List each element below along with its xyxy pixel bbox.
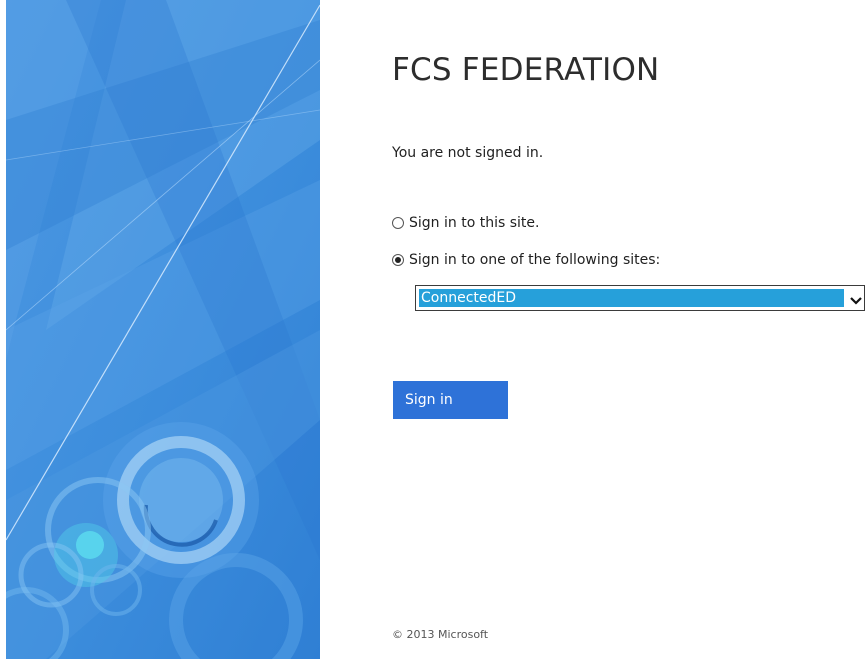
radio-sign-in-other-site[interactable]: Sign in to one of the following sites: bbox=[392, 250, 660, 270]
radio-sign-in-this-site[interactable]: Sign in to this site. bbox=[392, 213, 539, 233]
status-message: You are not signed in. bbox=[392, 145, 544, 161]
page-title: FCS FEDERATION bbox=[392, 52, 660, 88]
sign-in-button[interactable]: Sign in bbox=[393, 381, 508, 419]
chevron-down-icon[interactable] bbox=[849, 292, 863, 305]
radio-selected-icon[interactable] bbox=[392, 254, 404, 266]
decorative-illustration bbox=[6, 0, 320, 659]
site-select-dropdown[interactable]: ConnectedED bbox=[415, 285, 865, 311]
selected-site-value: ConnectedED bbox=[419, 289, 844, 307]
radio-unselected-icon[interactable] bbox=[392, 217, 404, 229]
radio-label: Sign in to this site. bbox=[409, 215, 540, 231]
sign-in-page: FCS FEDERATION You are not signed in. Si… bbox=[0, 0, 865, 659]
radio-label: Sign in to one of the following sites: bbox=[409, 252, 661, 268]
sign-in-panel: FCS FEDERATION You are not signed in. Si… bbox=[392, 0, 865, 659]
copyright-footer: © 2013 Microsoft bbox=[392, 628, 489, 641]
